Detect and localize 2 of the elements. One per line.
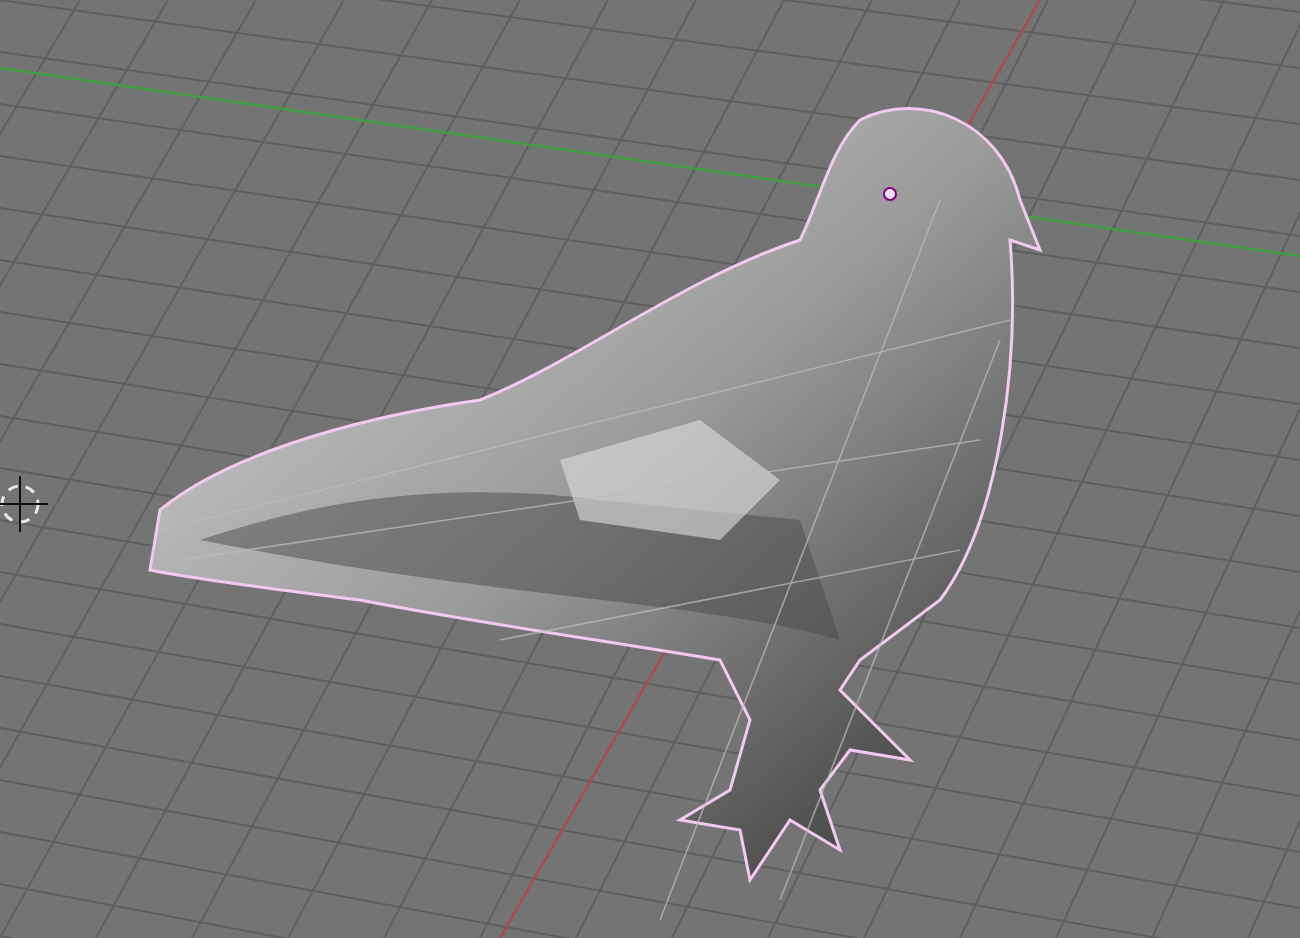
3d-cursor-icon (0, 475, 49, 533)
bird-model-drawing[interactable] (148, 107, 1042, 921)
